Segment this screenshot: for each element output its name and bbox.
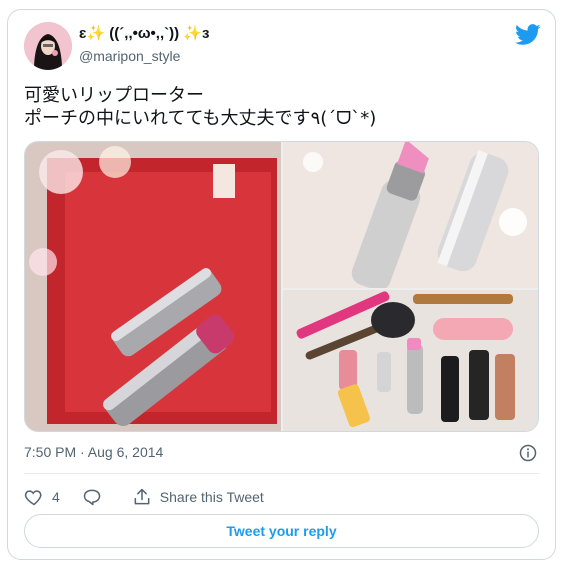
avatar[interactable] [24,22,72,70]
reply-button[interactable] [82,487,110,507]
tweet-reply-button[interactable]: Tweet your reply [24,514,539,548]
tweet-text: 可愛いリップローター ポーチの中にいれてても大丈夫です٩(ˊᗜˋ*) [24,85,377,129]
heart-icon [24,490,42,506]
info-icon[interactable] [519,444,537,462]
twitter-bird-icon[interactable] [515,24,541,46]
share-label: Share this Tweet [159,489,264,505]
photo-pink-lipstick[interactable] [283,142,538,288]
photo-lipstick-on-case[interactable] [25,142,281,431]
user-handle[interactable]: @maripon_style [79,48,180,64]
display-name[interactable]: ɛ✨ ((´,,•ω•,,`)) ✨ɜ [79,24,209,42]
tweet-timestamp[interactable]: 7:50 PM · Aug 6, 2014 [24,444,163,460]
divider [24,473,539,474]
share-button[interactable]: Share this Tweet [132,487,264,507]
media-grid[interactable] [24,141,539,432]
tweet-card: ɛ✨ ((´,,•ω•,,`)) ✨ɜ @maripon_style 可愛いリッ… [7,9,556,560]
share-icon [134,488,150,505]
like-button[interactable]: 4 [24,487,60,507]
photo-cosmetics-collection[interactable] [283,290,538,431]
reply-bubble-icon [83,489,101,506]
like-count: 4 [52,489,60,505]
action-bar: 4 Share this Tweet [24,485,286,509]
